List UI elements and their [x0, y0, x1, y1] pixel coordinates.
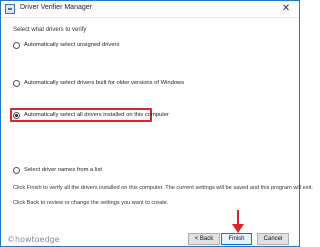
finish-button[interactable]: Finish [221, 233, 252, 245]
option-unsigned-drivers[interactable]: Automatically select unsigned drivers [13, 40, 119, 50]
info-text-finish: Click Finish to verify all the drivers i… [13, 185, 313, 191]
option-label: Select driver names from a list [24, 167, 102, 173]
radio-all-drivers[interactable] [13, 111, 20, 119]
back-button[interactable]: < Back [188, 233, 220, 245]
option-label: Automatically select unsigned drivers [24, 42, 120, 48]
radio-select-from-list[interactable] [13, 166, 20, 174]
arrow-down-icon [232, 210, 244, 233]
info-text-back: Click Back to review or change the setti… [13, 200, 169, 206]
cancel-button[interactable]: Cancel [257, 233, 289, 245]
window-title: Driver Verifier Manager [20, 4, 92, 11]
driver-verifier-window: Driver Verifier Manager ✕ Select what dr… [0, 0, 313, 247]
title-bar: Driver Verifier Manager ✕ [1, 1, 299, 18]
radio-older-windows-drivers[interactable] [13, 79, 20, 87]
option-older-windows-drivers[interactable]: Automatically select drivers built for o… [13, 78, 184, 88]
option-select-from-list[interactable]: Select driver names from a list [13, 165, 102, 175]
radio-unsigned-drivers[interactable] [13, 41, 20, 49]
option-label: Automatically select all drivers install… [24, 112, 169, 118]
group-label: Select what drivers to verify [13, 27, 87, 33]
option-label: Automatically select drivers built for o… [24, 80, 185, 86]
close-icon[interactable]: ✕ [275, 2, 297, 16]
watermark: ©howtoedge [7, 235, 60, 244]
app-icon [5, 4, 15, 14]
option-all-drivers[interactable]: Automatically select all drivers install… [13, 110, 169, 120]
